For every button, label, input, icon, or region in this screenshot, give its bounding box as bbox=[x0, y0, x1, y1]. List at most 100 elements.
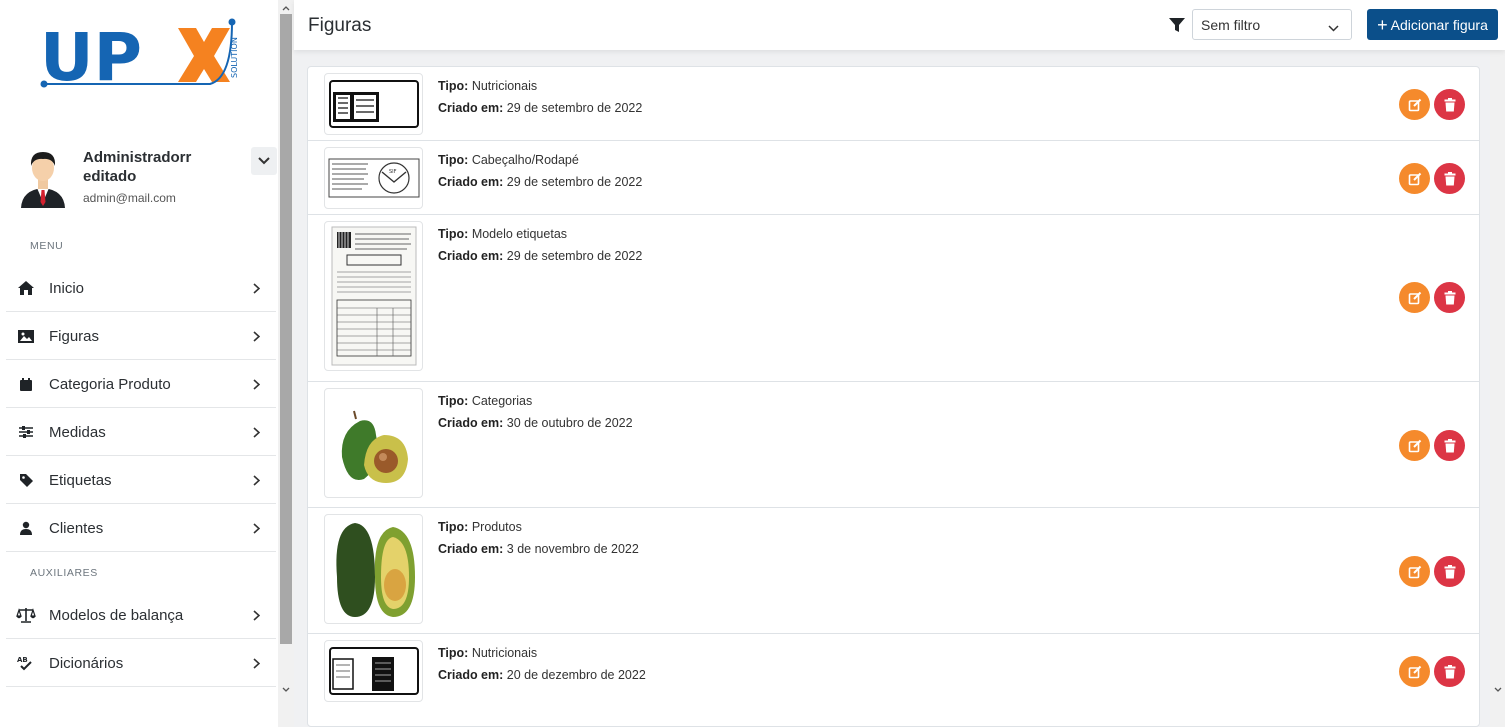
delete-button[interactable] bbox=[1434, 430, 1465, 461]
figure-type: Tipo: Cabeçalho/Rodapé bbox=[438, 153, 579, 167]
created-value: 3 de novembro de 2022 bbox=[506, 542, 639, 556]
edit-button[interactable] bbox=[1399, 656, 1430, 687]
sidebar-item-dicionarios[interactable]: AB Dicionários bbox=[6, 640, 276, 687]
user-profile: Administradorr editado admin@mail.com bbox=[14, 140, 278, 212]
chevron-right-icon bbox=[248, 609, 264, 621]
row-actions bbox=[1399, 656, 1465, 687]
sidebar-item-label: Modelos de balança bbox=[49, 606, 184, 624]
figure-type: Tipo: Nutricionais bbox=[438, 79, 537, 93]
profile-dropdown-toggle[interactable] bbox=[251, 147, 277, 175]
add-figure-button[interactable]: + Adicionar figura bbox=[1367, 9, 1498, 40]
edit-button[interactable] bbox=[1399, 430, 1430, 461]
chevron-right-icon bbox=[248, 474, 264, 486]
add-figure-label: Adicionar figura bbox=[1390, 16, 1488, 33]
delete-button[interactable] bbox=[1434, 163, 1465, 194]
trash-icon bbox=[1444, 171, 1455, 185]
home-icon bbox=[15, 279, 37, 297]
sidebar-item-categoria-produto[interactable]: Categoria Produto bbox=[6, 361, 276, 408]
edit-icon bbox=[1408, 291, 1421, 304]
delete-button[interactable] bbox=[1434, 282, 1465, 313]
figure-type: Tipo: Categorias bbox=[438, 394, 532, 408]
profile-email: admin@mail.com bbox=[83, 191, 176, 205]
sidebar-item-etiquetas[interactable]: Etiquetas bbox=[6, 457, 276, 504]
sidebar-item-label: Dicionários bbox=[49, 654, 124, 672]
avatar bbox=[18, 144, 68, 208]
figure-date: Criado em: 3 de novembro de 2022 bbox=[438, 542, 639, 556]
sidebar: UP SOLUTION Administradorr editado admin… bbox=[0, 0, 278, 727]
chevron-right-icon bbox=[248, 282, 264, 294]
figure-thumbnail[interactable] bbox=[324, 640, 423, 702]
type-value: Modelo etiquetas bbox=[471, 227, 568, 241]
type-label: Tipo: bbox=[438, 227, 469, 241]
edit-icon bbox=[1408, 172, 1421, 185]
edit-icon bbox=[1408, 98, 1421, 111]
delete-button[interactable] bbox=[1434, 656, 1465, 687]
page-title: Figuras bbox=[308, 15, 372, 36]
trash-icon bbox=[1444, 664, 1455, 678]
image-icon bbox=[15, 327, 37, 345]
created-label: Criado em: bbox=[438, 668, 504, 682]
figure-thumbnail[interactable]: SIF bbox=[324, 147, 423, 209]
list-item: Tipo: Categorias Criado em: 30 de outubr… bbox=[308, 382, 1479, 508]
chevron-right-icon bbox=[248, 378, 264, 390]
svg-text:AB: AB bbox=[17, 656, 28, 664]
scroll-down-arrow-icon[interactable] bbox=[281, 684, 291, 694]
svg-text:UP: UP bbox=[40, 19, 142, 90]
chevron-down-icon bbox=[258, 157, 270, 165]
scale-icon bbox=[15, 606, 37, 624]
figure-thumbnail[interactable] bbox=[324, 221, 423, 371]
type-value: Categorias bbox=[471, 394, 533, 408]
type-label: Tipo: bbox=[438, 153, 469, 167]
delete-button[interactable] bbox=[1434, 556, 1465, 587]
logo-sub-text: SOLUTION bbox=[230, 37, 239, 78]
type-label: Tipo: bbox=[438, 646, 469, 660]
type-value: Cabeçalho/Rodapé bbox=[471, 153, 579, 167]
chevron-right-icon bbox=[248, 426, 264, 438]
sidebar-item-clientes[interactable]: Clientes bbox=[6, 505, 276, 552]
sidebar-scrollbar-thumb[interactable] bbox=[280, 14, 292, 644]
filter-select[interactable]: Sem filtro bbox=[1192, 9, 1352, 40]
chevron-right-icon bbox=[248, 522, 264, 534]
sidebar-item-medidas[interactable]: Medidas bbox=[6, 409, 276, 456]
created-value: 20 de dezembro de 2022 bbox=[506, 668, 646, 682]
sidebar-scrollbar[interactable] bbox=[278, 0, 294, 727]
trash-icon bbox=[1444, 290, 1455, 304]
scroll-down-arrow-icon[interactable] bbox=[1493, 684, 1503, 694]
row-actions bbox=[1399, 430, 1465, 461]
edit-button[interactable] bbox=[1399, 282, 1430, 313]
sidebar-item-label: Medidas bbox=[49, 423, 106, 441]
created-label: Criado em: bbox=[438, 101, 504, 115]
type-value: Nutricionais bbox=[471, 79, 538, 93]
sidebar-item-modelos-de-balanca[interactable]: Modelos de balança bbox=[6, 592, 276, 639]
delete-button[interactable] bbox=[1434, 89, 1465, 120]
figure-thumbnail[interactable] bbox=[324, 73, 423, 135]
upx-logo[interactable]: UP SOLUTION bbox=[40, 18, 240, 96]
calendar-icon bbox=[15, 375, 37, 393]
chevron-right-icon bbox=[248, 657, 264, 669]
main-scrollbar[interactable] bbox=[1490, 50, 1505, 727]
figure-type: Tipo: Modelo etiquetas bbox=[438, 227, 567, 241]
row-actions bbox=[1399, 163, 1465, 194]
figure-thumbnail[interactable] bbox=[324, 514, 423, 624]
figure-thumbnail[interactable] bbox=[324, 388, 423, 498]
type-value: Nutricionais bbox=[471, 646, 538, 660]
sidebar-item-label: Clientes bbox=[49, 519, 104, 537]
figure-list: Tipo: Nutricionais Criado em: 29 de sete… bbox=[307, 66, 1480, 727]
edit-button[interactable] bbox=[1399, 89, 1430, 120]
sidebar-item-inicio[interactable]: Inicio bbox=[6, 265, 276, 312]
tag-icon bbox=[15, 471, 37, 489]
menu-section-label: MENU bbox=[30, 240, 64, 252]
svg-text:SIF: SIF bbox=[389, 169, 397, 175]
edit-button[interactable] bbox=[1399, 163, 1430, 194]
created-value: 29 de setembro de 2022 bbox=[506, 249, 643, 263]
edit-button[interactable] bbox=[1399, 556, 1430, 587]
trash-icon bbox=[1444, 438, 1455, 452]
trash-icon bbox=[1444, 97, 1455, 111]
sidebar-item-figuras[interactable]: Figuras bbox=[6, 313, 276, 360]
scroll-up-arrow-icon[interactable] bbox=[281, 3, 291, 13]
figure-type: Tipo: Produtos bbox=[438, 520, 522, 534]
created-label: Criado em: bbox=[438, 175, 504, 189]
chevron-down-icon bbox=[1328, 19, 1339, 35]
edit-icon bbox=[1408, 439, 1421, 452]
edit-icon bbox=[1408, 665, 1421, 678]
